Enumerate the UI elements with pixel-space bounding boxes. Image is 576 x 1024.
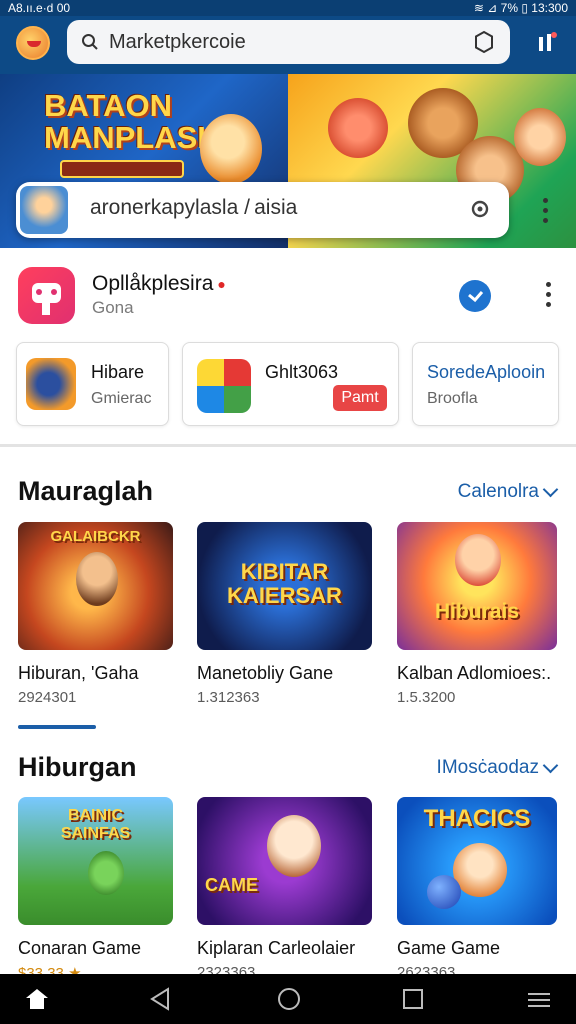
search-icon <box>82 34 98 50</box>
carousel-indicator <box>18 725 96 729</box>
game-art-label: GALAIBCKR <box>50 528 141 545</box>
app-thumbnail <box>20 186 68 234</box>
game-art: BAINIC SAINFAS <box>18 797 173 925</box>
quick-card-icon <box>197 359 251 413</box>
verified-icon[interactable] <box>459 280 491 312</box>
game-card[interactable]: GALAIBCKR Hiburan, 'Gaha 2924301 <box>18 522 173 706</box>
app-icon <box>18 267 75 324</box>
section-link[interactable]: IMosċaodaz <box>437 757 559 779</box>
more-icon[interactable] <box>545 282 551 312</box>
app-search-text[interactable]: aronerkapylasla / aisia <box>90 196 297 220</box>
status-right: ≋ ⊿ 7% ▯ 13:300 <box>473 1 568 15</box>
chevron-down-icon <box>542 757 559 773</box>
game-character <box>267 815 321 877</box>
menu-icon[interactable] <box>526 986 552 1012</box>
app-subtitle: Gona <box>92 298 134 317</box>
quick-cards: Hibare Gmierac Ghlt3063 Pamt SoredeAploo… <box>0 342 576 428</box>
game-card[interactable]: THACICS Game Game 2623363 <box>397 797 557 981</box>
search-input[interactable]: Marketpkercoie <box>109 31 472 54</box>
game-card[interactable]: Hiburais Kalban Adlomioes:. 1.5.3200 <box>397 522 557 706</box>
recents-icon[interactable] <box>400 986 426 1012</box>
profile-avatar[interactable] <box>16 26 50 60</box>
quick-card-subtitle: Broofla <box>427 390 478 407</box>
quick-card[interactable]: SoredeAplooin Broofla <box>412 342 559 426</box>
app-header-row[interactable]: Opllåkplesira ● Gona <box>0 250 576 336</box>
back-icon[interactable] <box>148 986 174 1012</box>
game-name: Kalban Adlomioes:. <box>397 663 552 683</box>
game-art-label: THACICS <box>423 805 531 832</box>
settings-icon[interactable] <box>472 30 496 54</box>
game-name: Hiburan, 'Gaha <box>18 663 139 683</box>
game-character <box>453 843 507 897</box>
game-name: Conaran Game <box>18 938 142 958</box>
gear-icon[interactable] <box>467 196 493 222</box>
section-link[interactable]: Calenolra <box>458 481 559 503</box>
quick-card-title: Hibare <box>91 362 145 382</box>
game-meta: 1.5.3200 <box>397 689 456 706</box>
quick-card-subtitle: Gmierac <box>91 390 152 407</box>
banner-character <box>514 108 566 166</box>
search-bar[interactable]: Marketpkercoie <box>67 20 510 64</box>
banner-mascot <box>200 114 262 184</box>
game-art: CAME <box>197 797 372 925</box>
quick-card-icon <box>26 358 76 410</box>
status-left: A8.ıı.e·d 00 <box>8 1 71 15</box>
game-name: Game Game <box>397 938 501 958</box>
section-title: Hiburgan <box>18 752 137 782</box>
app-search-card[interactable]: aronerkapylasla / aisia <box>16 182 509 238</box>
game-meta: 2924301 <box>18 689 77 706</box>
app-title: Opllåkplesira ● <box>92 272 226 295</box>
game-art: GALAIBCKR <box>18 522 173 650</box>
quick-card-title: Ghlt3063 <box>265 362 339 382</box>
system-nav-bar <box>0 974 576 1024</box>
notification-icon[interactable] <box>534 30 560 56</box>
quick-card-title: SoredeAplooin <box>427 362 546 382</box>
game-art-label: KIBITAR KAIERSAR <box>227 559 342 608</box>
game-art-label: Hiburais <box>434 600 520 623</box>
game-card[interactable]: BAINIC SAINFAS Conaran Game $33 33 ★ <box>18 797 173 982</box>
more-icon[interactable] <box>542 198 548 228</box>
game-name: Manetobliy Gane <box>197 663 334 683</box>
status-bar: A8.ıı.e·d 00 ≋ ⊿ 7% ▯ 13:300 <box>0 0 576 16</box>
banner-ribbon <box>60 160 184 178</box>
home-logo-icon[interactable] <box>24 986 50 1012</box>
quick-card[interactable]: Hibare Gmierac <box>16 342 169 426</box>
chevron-down-icon <box>542 481 559 497</box>
game-art: Hiburais <box>397 522 557 650</box>
top-app-bar: Marketpkercoie <box>0 16 576 74</box>
banner-character <box>328 98 388 158</box>
ball-icon <box>427 875 461 909</box>
game-meta: 1.312363 <box>197 689 260 706</box>
game-character <box>76 552 118 606</box>
banner-title: BATAON MANPLASIA <box>44 88 229 155</box>
game-art-label: CAME <box>205 875 258 895</box>
home-icon[interactable] <box>276 986 302 1012</box>
game-card[interactable]: KIBITAR KAIERSAR Manetobliy Gane 1.31236… <box>197 522 372 706</box>
game-name: Kiplaran Carleolaier <box>197 938 356 958</box>
quick-card[interactable]: Ghlt3063 Pamt <box>182 342 399 426</box>
game-art: THACICS <box>397 797 557 925</box>
section-title: Mauraglah <box>18 476 154 506</box>
game-card[interactable]: CAME Kiplaran Carleolaier 2323363 <box>197 797 372 981</box>
game-art-label: BAINIC SAINFAS <box>60 807 131 842</box>
game-character <box>455 534 501 586</box>
game-character <box>88 851 124 895</box>
game-art: KIBITAR KAIERSAR <box>197 522 372 650</box>
section-divider <box>0 444 576 447</box>
price-badge[interactable]: Pamt <box>333 385 387 411</box>
